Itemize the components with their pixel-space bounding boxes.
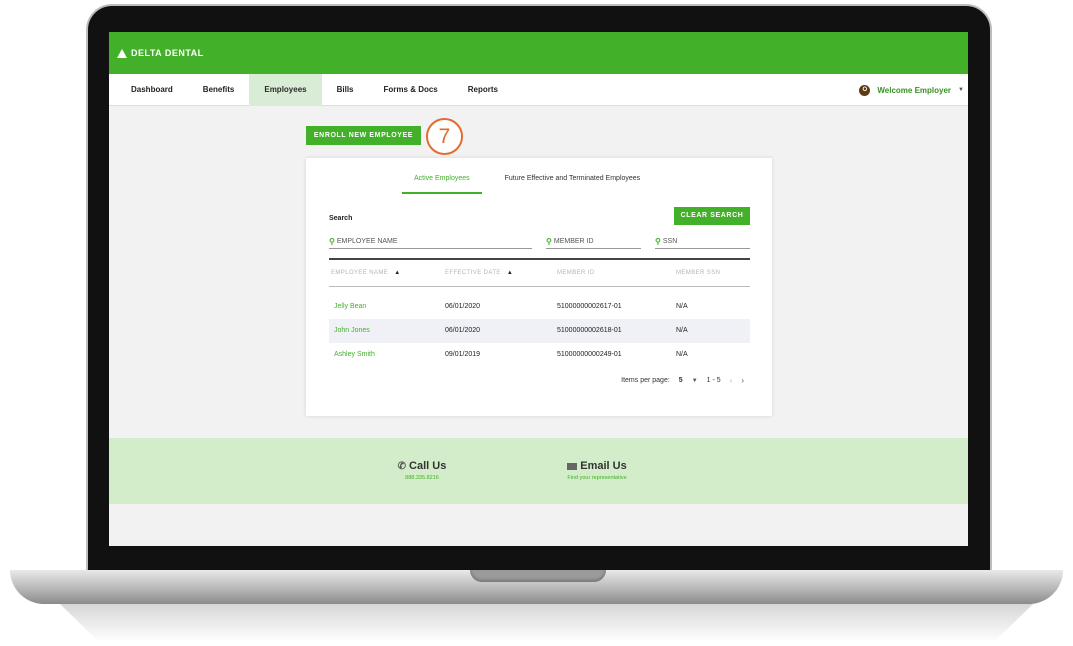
delta-triangle-icon xyxy=(117,48,127,58)
sort-asc-icon: ▲ xyxy=(506,270,514,276)
nav-forms-docs[interactable]: Forms & Docs xyxy=(369,74,453,106)
app-screen: DELTA DENTAL Dashboard Benefits Employee… xyxy=(109,32,968,546)
header-label: EMPLOYEE NAME xyxy=(331,270,389,276)
items-per-page-label: Items per page: xyxy=(621,377,670,384)
column-header-member-id: MEMBER ID xyxy=(557,270,595,276)
sort-asc-icon: ▲ xyxy=(394,270,401,276)
header-label: MEMBER ID xyxy=(557,270,595,276)
effective-date: 06/01/2020 xyxy=(445,327,481,334)
member-id: 51000000002618-01 xyxy=(557,327,622,334)
nav-employees[interactable]: Employees xyxy=(249,73,322,106)
enroll-new-employee-button[interactable]: ENROLL NEW EMPLOYEE xyxy=(306,126,421,145)
chevron-right-icon[interactable]: › xyxy=(741,376,744,385)
items-per-page-select[interactable]: 5 xyxy=(679,377,683,384)
caret-down-icon: ▼ xyxy=(958,87,964,93)
member-ssn: N/A xyxy=(676,351,688,358)
mail-icon xyxy=(567,462,578,470)
search-icon: ⚲ xyxy=(329,237,335,246)
logo-text: DELTA DENTAL xyxy=(131,48,204,58)
call-us-block: ✆ Call Us 888.335.8216 xyxy=(377,460,467,481)
employee-name-placeholder: EMPLOYEE NAME xyxy=(336,238,398,245)
employee-tabs: Active Employees Future Effective and Te… xyxy=(402,175,652,194)
employee-name-link[interactable]: John Jones xyxy=(334,327,370,334)
nav-benefits[interactable]: Benefits xyxy=(188,74,250,106)
search-label: Search xyxy=(329,215,353,222)
email-us-block: Email Us Find your representative xyxy=(542,460,652,481)
search-icon: ⚲ xyxy=(546,237,552,246)
nav-dashboard[interactable]: Dashboard xyxy=(109,74,188,106)
table-row[interactable]: Jelly Bean 06/01/2020 51000000002617-01 … xyxy=(329,295,750,319)
find-representative-link[interactable]: Find your representative xyxy=(542,475,652,481)
table-row[interactable]: Ashley Smith 09/01/2019 51000000000249-0… xyxy=(329,343,750,367)
laptop-notch xyxy=(470,570,606,582)
caret-down-icon[interactable]: ▼ xyxy=(692,378,698,384)
effective-date: 09/01/2019 xyxy=(445,351,481,358)
chevron-left-icon[interactable]: ‹ xyxy=(730,376,733,385)
header-label: MEMBER SSN xyxy=(676,270,721,276)
member-id-placeholder: MEMBER ID xyxy=(553,238,594,245)
phone-icon: ✆ xyxy=(397,460,407,472)
employee-name-search-input[interactable]: ⚲ EMPLOYEE NAME xyxy=(329,235,532,249)
header-label: EFFECTIVE DATE xyxy=(445,270,501,276)
step-number-badge: 7 xyxy=(426,118,463,155)
member-id: 51000000002617-01 xyxy=(557,303,622,310)
column-header-effective-date[interactable]: EFFECTIVE DATE ▲ xyxy=(445,270,513,276)
table-header: EMPLOYEE NAME ▲ EFFECTIVE DATE ▲ MEMBER … xyxy=(329,258,750,287)
ssn-placeholder: SSN xyxy=(662,238,678,245)
tab-future-terminated[interactable]: Future Effective and Terminated Employee… xyxy=(493,175,653,194)
contact-footer: ✆ Call Us 888.335.8216 Email Us Find you… xyxy=(109,438,968,504)
effective-date: 06/01/2020 xyxy=(445,303,481,310)
laptop-mockup: DELTA DENTAL Dashboard Benefits Employee… xyxy=(0,0,1073,646)
user-menu[interactable]: O Welcome Employer ▼ xyxy=(859,74,964,106)
column-header-member-ssn: MEMBER SSN xyxy=(676,270,720,276)
employee-name-link[interactable]: Jelly Bean xyxy=(334,303,366,310)
nav-reports[interactable]: Reports xyxy=(453,74,513,106)
delta-dental-logo[interactable]: DELTA DENTAL xyxy=(117,48,204,58)
member-id: 51000000000249-01 xyxy=(557,351,622,358)
call-us-phone[interactable]: 888.335.8216 xyxy=(377,475,467,481)
page-range: 1 - 5 xyxy=(706,377,721,384)
ssn-search-input[interactable]: ⚲ SSN xyxy=(655,235,750,249)
avatar: O xyxy=(859,84,871,96)
brand-bar: DELTA DENTAL xyxy=(109,32,968,74)
tab-active-employees[interactable]: Active Employees xyxy=(402,175,482,194)
nav-bills[interactable]: Bills xyxy=(322,74,369,106)
clear-search-button[interactable]: CLEAR SEARCH xyxy=(674,207,750,225)
member-ssn: N/A xyxy=(676,327,688,334)
search-icon: ⚲ xyxy=(655,237,661,246)
pagination: Items per page: 5 ▼ 1 - 5 ‹ › xyxy=(621,376,744,385)
table-row[interactable]: John Jones 06/01/2020 51000000002618-01 … xyxy=(329,319,750,343)
laptop-shadow xyxy=(60,604,1033,642)
welcome-text: Welcome Employer xyxy=(877,85,952,95)
email-us-title: Email Us xyxy=(580,460,627,472)
employees-card: Active Employees Future Effective and Te… xyxy=(306,158,772,416)
column-header-employee-name[interactable]: EMPLOYEE NAME ▲ xyxy=(331,270,401,276)
main-nav: Dashboard Benefits Employees Bills Forms… xyxy=(109,73,968,106)
call-us-title: Call Us xyxy=(409,460,447,472)
member-id-search-input[interactable]: ⚲ MEMBER ID xyxy=(546,235,641,249)
member-ssn: N/A xyxy=(676,303,688,310)
employee-name-link[interactable]: Ashley Smith xyxy=(334,351,375,358)
